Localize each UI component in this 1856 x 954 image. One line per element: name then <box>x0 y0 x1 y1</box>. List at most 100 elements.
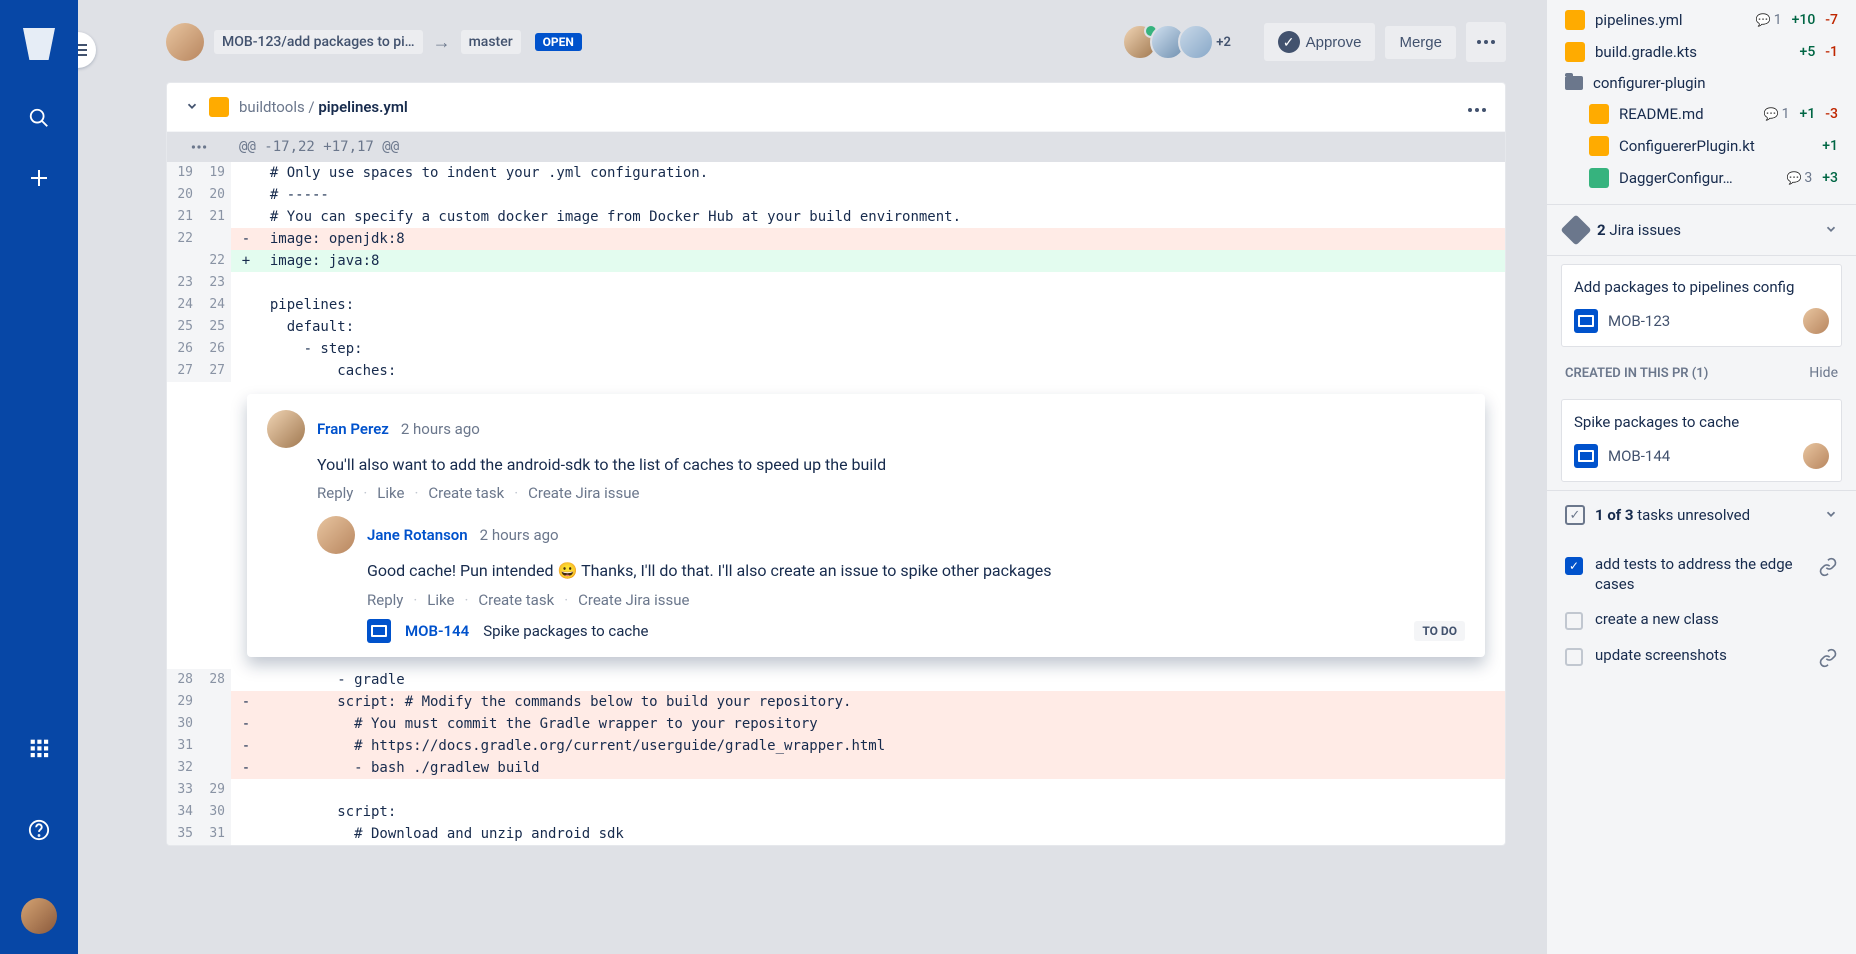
file-status-icon <box>1589 168 1609 188</box>
code-line[interactable]: - gradle <box>231 669 1505 691</box>
create-jira-action[interactable]: Create Jira issue <box>528 484 639 502</box>
jira-section-header[interactable]: 2 Jira issues <box>1565 219 1838 241</box>
file-status-icon <box>1589 136 1609 156</box>
task-label: create a new class <box>1595 610 1838 630</box>
search-icon[interactable] <box>25 104 53 132</box>
code-line[interactable]: # Only use spaces to indent your .yml co… <box>231 162 1505 184</box>
issue-key[interactable]: MOB-144 <box>405 622 469 640</box>
code-line[interactable] <box>231 779 1505 801</box>
code-line[interactable]: # Download and unzip android sdk <box>231 823 1505 845</box>
file-more-icon[interactable] <box>1467 98 1487 117</box>
create-icon[interactable] <box>25 164 53 192</box>
help-icon[interactable] <box>25 816 53 844</box>
file-tree-item[interactable]: README.md1+1-3 <box>1547 98 1856 130</box>
file-tree-folder[interactable]: configurer-plugin <box>1547 68 1856 98</box>
comment-time: 2 hours ago <box>480 526 559 544</box>
approve-label: Approve <box>1306 34 1362 51</box>
task-checkbox[interactable] <box>1565 612 1583 630</box>
comment-avatar[interactable] <box>267 410 305 448</box>
code-line[interactable]: - # https://docs.gradle.org/current/user… <box>231 735 1505 757</box>
create-task-action[interactable]: Create task <box>478 591 554 609</box>
issue-key: MOB-144 <box>1608 447 1670 465</box>
task-checkbox[interactable] <box>1565 648 1583 666</box>
code-line[interactable]: # You can specify a custom docker image … <box>231 206 1505 228</box>
expand-hunk-button[interactable] <box>167 132 231 162</box>
link-icon[interactable] <box>1818 557 1838 581</box>
file-status-icon <box>1565 10 1585 30</box>
code-line[interactable]: - - bash ./gradlew build <box>231 757 1505 779</box>
hide-action[interactable]: Hide <box>1809 365 1838 381</box>
task-label: add tests to address the edge cases <box>1595 555 1806 594</box>
task-checkbox[interactable]: ✓ <box>1565 557 1583 575</box>
file-status-icon <box>1565 42 1585 62</box>
collapse-icon[interactable] <box>185 98 199 117</box>
approve-button[interactable]: ✓ Approve <box>1264 23 1376 61</box>
reviewer-avatars: +2 <box>1122 24 1242 60</box>
lines-removed: -1 <box>1825 44 1838 60</box>
assignee-avatar[interactable] <box>1803 308 1829 334</box>
jira-issue-card[interactable]: Spike packages to cache MOB-144 <box>1561 399 1842 482</box>
lines-removed: -3 <box>1825 106 1838 122</box>
comment-icon <box>1764 106 1779 122</box>
comment-author[interactable]: Jane Rotanson <box>367 526 468 544</box>
reply-action[interactable]: Reply <box>317 484 353 502</box>
lines-added: +1 <box>1800 106 1816 122</box>
pr-author-avatar[interactable] <box>166 23 204 61</box>
tasks-section: ✓ 1 of 3 tasks unresolved ✓ add tests to … <box>1547 490 1856 688</box>
file-tree-item[interactable]: pipelines.yml1+10-7 <box>1547 4 1856 36</box>
tasks-icon: ✓ <box>1565 505 1585 525</box>
comment-body: Good cache! Pun intended 😀 Thanks, I'll … <box>367 560 1465 582</box>
file-name: DaggerConfigur… <box>1619 169 1776 187</box>
more-actions-button[interactable] <box>1466 22 1506 62</box>
reply-action[interactable]: Reply <box>367 591 403 609</box>
user-avatar[interactable] <box>21 898 57 934</box>
jira-story-icon <box>367 619 391 643</box>
code-line[interactable]: script: <box>231 801 1505 823</box>
target-branch[interactable]: master <box>461 30 521 54</box>
file-modified-icon <box>209 97 229 117</box>
comment-avatar[interactable] <box>317 516 355 554</box>
tasks-section-header[interactable]: ✓ 1 of 3 tasks unresolved <box>1547 490 1856 539</box>
diff-card: buildtools / pipelines.yml 1919202021212… <box>166 82 1506 846</box>
code-line[interactable]: - image: openjdk:8 <box>231 228 1505 250</box>
source-branch[interactable]: MOB-123/add packages to pi… <box>214 30 423 54</box>
folder-icon <box>1565 76 1583 90</box>
linked-jira-issue[interactable]: MOB-144 Spike packages to cache TO DO <box>367 619 1465 643</box>
link-icon[interactable] <box>1818 648 1838 672</box>
code-line[interactable]: # ----- <box>231 184 1505 206</box>
file-header: buildtools / pipelines.yml <box>167 83 1505 132</box>
create-task-action[interactable]: Create task <box>428 484 504 502</box>
merge-button[interactable]: Merge <box>1385 26 1456 59</box>
code-line[interactable] <box>231 272 1505 294</box>
jira-issue-card[interactable]: Add packages to pipelines config MOB-123 <box>1561 264 1842 347</box>
code-line[interactable]: default: <box>231 316 1505 338</box>
apps-icon[interactable] <box>25 734 53 762</box>
create-jira-action[interactable]: Create Jira issue <box>578 591 689 609</box>
like-action[interactable]: Like <box>377 484 404 502</box>
code-line[interactable]: caches: <box>231 360 1505 382</box>
issue-status: TO DO <box>1414 621 1465 641</box>
code-line[interactable]: pipelines: <box>231 294 1505 316</box>
file-tree-item[interactable]: build.gradle.kts+5-1 <box>1547 36 1856 68</box>
code-line[interactable]: - # You must commit the Gradle wrapper t… <box>231 713 1505 735</box>
code-line[interactable]: - step: <box>231 338 1505 360</box>
merge-label: Merge <box>1399 34 1442 51</box>
code-column: @@ -17,22 +17,17 @@ # Only use spaces to… <box>231 132 1505 382</box>
file-tree-item[interactable]: DaggerConfigur…3+3 <box>1547 162 1856 194</box>
reviewer-avatar[interactable] <box>1178 24 1214 60</box>
jira-story-icon <box>1574 309 1598 333</box>
comment-actions: Reply· Like· Create task· Create Jira is… <box>317 484 1465 502</box>
file-name: ConfiguererPlugin.kt <box>1619 137 1812 155</box>
global-sidebar <box>0 0 78 954</box>
code-line[interactable]: - script: # Modify the commands below to… <box>231 691 1505 713</box>
comment-thread: Fran Perez 2 hours ago You'll also want … <box>247 394 1485 657</box>
like-action[interactable]: Like <box>427 591 454 609</box>
code-line[interactable]: + image: java:8 <box>231 250 1505 272</box>
file-path[interactable]: buildtools / pipelines.yml <box>239 98 408 116</box>
comment-author[interactable]: Fran Perez <box>317 420 389 438</box>
bitbucket-logo[interactable] <box>23 28 55 60</box>
comment-body: You'll also want to add the android-sdk … <box>317 454 1465 476</box>
task-item: create a new class <box>1547 602 1856 638</box>
file-tree-item[interactable]: ConfiguererPlugin.kt+1 <box>1547 130 1856 162</box>
assignee-avatar[interactable] <box>1803 443 1829 469</box>
